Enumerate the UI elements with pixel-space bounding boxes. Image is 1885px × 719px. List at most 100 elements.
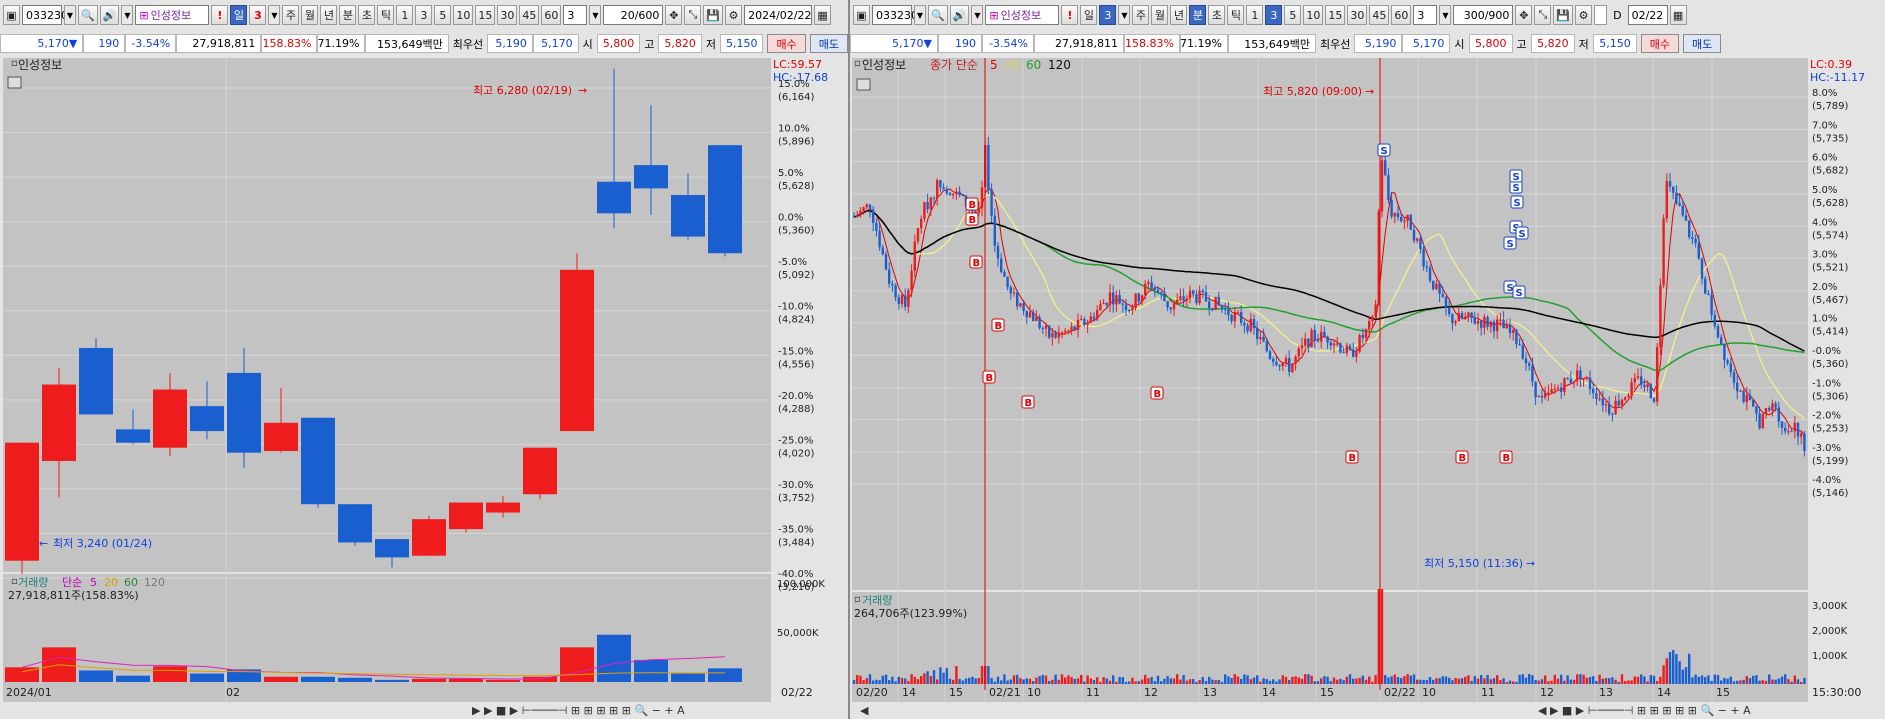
count-input[interactable]: 300/900 bbox=[1453, 5, 1514, 25]
tool-icon[interactable]: ⤡ bbox=[684, 5, 702, 25]
left-scroll-area[interactable] bbox=[0, 702, 848, 719]
candle-body[interactable] bbox=[523, 447, 557, 495]
alert-button[interactable]: ! bbox=[1061, 5, 1079, 25]
crosshair-icon[interactable]: ✥ bbox=[1515, 5, 1533, 25]
candle-body[interactable] bbox=[42, 384, 76, 461]
candle-body[interactable] bbox=[486, 502, 520, 513]
sound-dropdown-icon[interactable]: ▼ bbox=[121, 5, 134, 25]
code-dropdown-icon[interactable]: ▼ bbox=[914, 5, 926, 25]
stock-code-input[interactable]: 033230 bbox=[872, 5, 918, 25]
interval-5-button[interactable]: 5 bbox=[1284, 5, 1302, 25]
buy-button[interactable]: 매수 bbox=[767, 34, 806, 53]
period-minute-button[interactable]: 분 bbox=[1189, 5, 1207, 25]
calendar-icon[interactable]: ▦ bbox=[814, 5, 832, 25]
layout-icon[interactable]: ▣ bbox=[3, 5, 20, 25]
sound-icon[interactable]: 🔊 bbox=[949, 5, 970, 25]
layout-icon[interactable]: ▣ bbox=[853, 5, 870, 25]
candle-body[interactable] bbox=[671, 195, 705, 237]
left-scroll-controls-icon[interactable]: ▶ ▶ ■ ▶ ⊢────⊣ ⊞ ⊞ ⊞ ⊞ ⊞ 🔍 − + A bbox=[472, 703, 685, 717]
candle-body[interactable] bbox=[560, 269, 594, 432]
search-icon[interactable]: 🔍 bbox=[78, 5, 98, 25]
count-input[interactable]: 20/600 bbox=[603, 5, 664, 25]
period-dropdown-icon[interactable]: ▼ bbox=[268, 5, 281, 25]
period-week-button[interactable]: 주 bbox=[1132, 5, 1150, 25]
candle-body[interactable] bbox=[153, 389, 187, 448]
gear-icon[interactable]: ⚙ bbox=[725, 5, 743, 25]
period-month-button[interactable]: 월 bbox=[301, 5, 319, 25]
right-scroll-controls-icon[interactable]: ◀ ▶ ■ ▶ ⊢────⊣ ⊞ ⊞ ⊞ ⊞ ⊞ 🔍 − + A bbox=[1538, 703, 1751, 717]
period-second-button[interactable]: 초 bbox=[358, 5, 376, 25]
candle-body[interactable] bbox=[264, 422, 298, 452]
stock-name-field[interactable]: ⊞ 인성정보 bbox=[985, 5, 1060, 25]
candle-body[interactable] bbox=[5, 442, 39, 561]
interval-15-button[interactable]: 15 bbox=[1325, 5, 1346, 25]
candle-body[interactable] bbox=[412, 519, 446, 556]
interval-num-input[interactable]: 3 bbox=[1413, 5, 1438, 25]
save-icon[interactable]: 💾 bbox=[703, 5, 724, 25]
date-input[interactable]: 02/22 bbox=[1627, 5, 1668, 25]
sound-icon[interactable]: 🔊 bbox=[99, 5, 120, 25]
sell-button[interactable]: 매도 bbox=[1683, 34, 1722, 53]
day-checkbox[interactable] bbox=[1594, 5, 1608, 25]
right-scroll-left-icon[interactable]: ◀ bbox=[860, 704, 869, 717]
interval-num-input[interactable]: 3 bbox=[563, 5, 588, 25]
interval-30-button[interactable]: 30 bbox=[1347, 5, 1368, 25]
candle-body[interactable] bbox=[301, 417, 335, 505]
interval-10-button[interactable]: 10 bbox=[1303, 5, 1324, 25]
period-dropdown-icon[interactable]: ▼ bbox=[1118, 5, 1131, 25]
crosshair-icon[interactable]: ✥ bbox=[665, 5, 683, 25]
interval-30-button[interactable]: 30 bbox=[497, 5, 518, 25]
period-minute-button[interactable]: 분 bbox=[339, 5, 357, 25]
stock-code-input[interactable]: 033230 bbox=[22, 5, 68, 25]
sell-button[interactable]: 매도 bbox=[809, 34, 848, 53]
candle-body[interactable] bbox=[634, 165, 668, 189]
period-day-button[interactable]: 일 bbox=[230, 5, 248, 25]
candle-body[interactable] bbox=[449, 502, 483, 530]
interval-60-button[interactable]: 60 bbox=[541, 5, 562, 25]
candle-body[interactable] bbox=[116, 429, 150, 443]
period-num[interactable]: 3 bbox=[1099, 5, 1117, 25]
period-second-button[interactable]: 초 bbox=[1208, 5, 1226, 25]
period-num[interactable]: 3 bbox=[249, 5, 267, 25]
interval-45-button[interactable]: 45 bbox=[519, 5, 540, 25]
interval-45-button[interactable]: 45 bbox=[1369, 5, 1390, 25]
candle-body[interactable] bbox=[79, 347, 113, 415]
save-icon[interactable]: 💾 bbox=[1553, 5, 1574, 25]
interval-60-button[interactable]: 60 bbox=[1391, 5, 1412, 25]
tool-icon[interactable]: ⤡ bbox=[1534, 5, 1552, 25]
daily-candle-chart[interactable]: ▫ 인성정보 LC:59.57 HC:-17.68 최고 6,280 (02/1… bbox=[0, 57, 848, 719]
interval-5-button[interactable]: 5 bbox=[434, 5, 452, 25]
period-year-button[interactable]: 년 bbox=[1170, 5, 1188, 25]
minute-candle-chart[interactable]: BBBBBBBBBBSSSSSSSSS ▫ 인성정보 종가 단순 5 20 60… bbox=[850, 57, 1885, 719]
interval-3-button[interactable]: 3 bbox=[415, 5, 433, 25]
gear-icon[interactable]: ⚙ bbox=[1575, 5, 1593, 25]
date-input[interactable]: 2024/02/22 bbox=[744, 5, 813, 25]
period-year-button[interactable]: 년 bbox=[320, 5, 338, 25]
code-dropdown-icon[interactable]: ▼ bbox=[64, 5, 76, 25]
interval-1-button[interactable]: 1 bbox=[396, 5, 414, 25]
candle-body[interactable] bbox=[190, 406, 224, 432]
interval-1-button[interactable]: 1 bbox=[1246, 5, 1264, 25]
candle-body[interactable] bbox=[597, 181, 631, 214]
chart-settings-icon[interactable] bbox=[7, 76, 22, 89]
sound-dropdown-icon[interactable]: ▼ bbox=[971, 5, 984, 25]
period-day-button[interactable]: 일 bbox=[1080, 5, 1098, 25]
buy-button[interactable]: 매수 bbox=[1640, 34, 1679, 53]
calendar-icon[interactable]: ▦ bbox=[1669, 5, 1687, 25]
alert-button[interactable]: ! bbox=[211, 5, 229, 25]
interval-3-button[interactable]: 3 bbox=[1265, 5, 1283, 25]
interval-dropdown-icon[interactable]: ▼ bbox=[1439, 5, 1452, 25]
stock-name-field[interactable]: ⊞ 인성정보 bbox=[135, 5, 210, 25]
candle-body[interactable] bbox=[708, 145, 742, 254]
period-month-button[interactable]: 월 bbox=[1151, 5, 1169, 25]
interval-15-button[interactable]: 15 bbox=[475, 5, 496, 25]
interval-10-button[interactable]: 10 bbox=[453, 5, 474, 25]
candle-body[interactable] bbox=[338, 504, 372, 543]
period-tick-button[interactable]: 틱 bbox=[1227, 5, 1245, 25]
period-week-button[interactable]: 주 bbox=[282, 5, 300, 25]
chart-settings-icon[interactable] bbox=[856, 78, 871, 91]
search-icon[interactable]: 🔍 bbox=[928, 5, 948, 25]
candle-body[interactable] bbox=[375, 539, 409, 558]
candle-body[interactable] bbox=[227, 372, 261, 453]
interval-dropdown-icon[interactable]: ▼ bbox=[589, 5, 602, 25]
